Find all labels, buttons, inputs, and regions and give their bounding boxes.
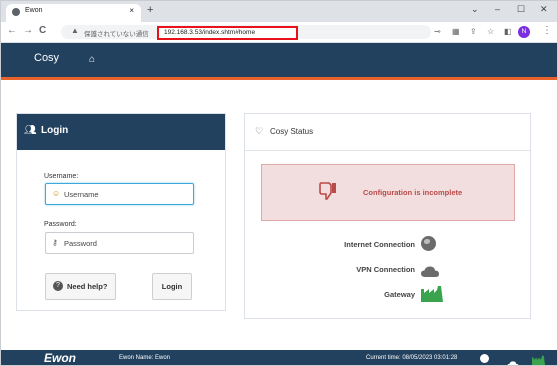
password-input[interactable]: ⚷ Password bbox=[45, 232, 194, 254]
username-label: Username: bbox=[44, 173, 79, 180]
tab-strip: Ewon × + ⌄ – ☐ ✕ bbox=[1, 1, 557, 22]
footer-factory-icon bbox=[532, 353, 545, 365]
browser-window: Ewon × + ⌄ – ☐ ✕ ← → C ▲ 保護されていない通信 192.… bbox=[0, 0, 558, 366]
globe-icon bbox=[421, 236, 436, 251]
maximize-button[interactable]: ☐ bbox=[517, 4, 525, 15]
password-placeholder: Password bbox=[64, 239, 97, 248]
alert-text: Configuration is incomplete bbox=[363, 188, 463, 197]
login-button[interactable]: Login bbox=[152, 273, 192, 300]
warning-icon: ▲ bbox=[71, 26, 79, 35]
tab-title: Ewon bbox=[25, 7, 43, 14]
username-input[interactable]: ☺ Username bbox=[45, 183, 194, 205]
need-help-button[interactable]: ? Need help? bbox=[45, 273, 116, 300]
star-icon[interactable]: ☆ bbox=[487, 27, 494, 36]
internet-connection-label: Internet Connection bbox=[344, 240, 415, 249]
key-icon[interactable]: ⊸ bbox=[434, 27, 441, 36]
gateway-label: Gateway bbox=[384, 290, 415, 299]
thumbs-down-icon bbox=[319, 182, 337, 207]
translate-icon[interactable]: ▦ bbox=[452, 27, 460, 36]
status-header: ♡ Cosy Status bbox=[245, 114, 530, 151]
question-icon: ? bbox=[53, 281, 63, 291]
username-placeholder: Username bbox=[64, 190, 99, 199]
heartbeat-icon: ♡ bbox=[255, 126, 264, 136]
status-title: Cosy Status bbox=[270, 127, 314, 136]
sidepanel-icon[interactable]: ◧ bbox=[504, 27, 512, 36]
users-icon: 👥︎ bbox=[24, 125, 37, 136]
minimize-button[interactable]: – bbox=[495, 4, 500, 14]
new-tab-button[interactable]: + bbox=[147, 4, 153, 16]
favicon-icon bbox=[12, 8, 20, 16]
reload-button[interactable]: C bbox=[39, 25, 46, 36]
login-header: 👥︎ Login bbox=[17, 114, 225, 150]
current-time: Current time: 08/05/2023 03:01:28 bbox=[366, 355, 458, 361]
cloud-icon bbox=[421, 264, 439, 277]
vpn-connection-label: VPN Connection bbox=[356, 265, 415, 274]
login-title: Login bbox=[41, 125, 69, 136]
url-text[interactable]: 192.168.3.53/index.shtm#home bbox=[157, 26, 298, 40]
need-help-label: Need help? bbox=[67, 282, 108, 291]
security-warning[interactable]: 保護されていない通信 bbox=[84, 28, 149, 38]
app-footer: Ewon Ewon Name: Ewon Current time: 08/05… bbox=[1, 350, 557, 365]
browser-menu-icon[interactable]: ⋮ bbox=[542, 25, 552, 36]
brand-title[interactable]: Cosy bbox=[34, 52, 59, 64]
tab-close-icon[interactable]: × bbox=[129, 6, 134, 15]
key-icon: ⚷ bbox=[52, 238, 58, 247]
login-panel: 👥︎ Login Username: ☺ Username Password: … bbox=[16, 113, 226, 311]
device-name: Ewon Name: Ewon bbox=[119, 355, 171, 361]
tab-search-icon[interactable]: ⌄ bbox=[471, 4, 479, 15]
browser-tab[interactable]: Ewon × bbox=[6, 4, 141, 22]
home-icon[interactable]: ⌂ bbox=[89, 54, 95, 65]
factory-icon bbox=[421, 286, 443, 302]
footer-globe-icon bbox=[480, 354, 489, 363]
smiley-icon: ☺ bbox=[52, 189, 61, 198]
browser-toolbar: ← → C ▲ 保護されていない通信 192.168.3.53/index.sh… bbox=[1, 22, 557, 43]
forward-button[interactable]: → bbox=[23, 25, 33, 36]
profile-avatar[interactable]: N bbox=[518, 26, 530, 38]
ewon-logo: Ewon bbox=[44, 351, 76, 365]
address-bar[interactable]: ▲ 保護されていない通信 192.168.3.53/index.shtm#hom… bbox=[61, 25, 431, 40]
status-alert: Configuration is incomplete bbox=[261, 164, 515, 221]
footer-cloud-icon bbox=[507, 355, 519, 365]
password-label: Password: bbox=[44, 221, 77, 228]
app-navbar: Cosy ⌂ bbox=[1, 43, 557, 80]
share-icon[interactable]: ⇪ bbox=[470, 27, 477, 36]
back-button[interactable]: ← bbox=[7, 25, 17, 36]
status-panel: ♡ Cosy Status Configuration is incomplet… bbox=[244, 113, 531, 319]
close-window-button[interactable]: ✕ bbox=[540, 4, 548, 15]
